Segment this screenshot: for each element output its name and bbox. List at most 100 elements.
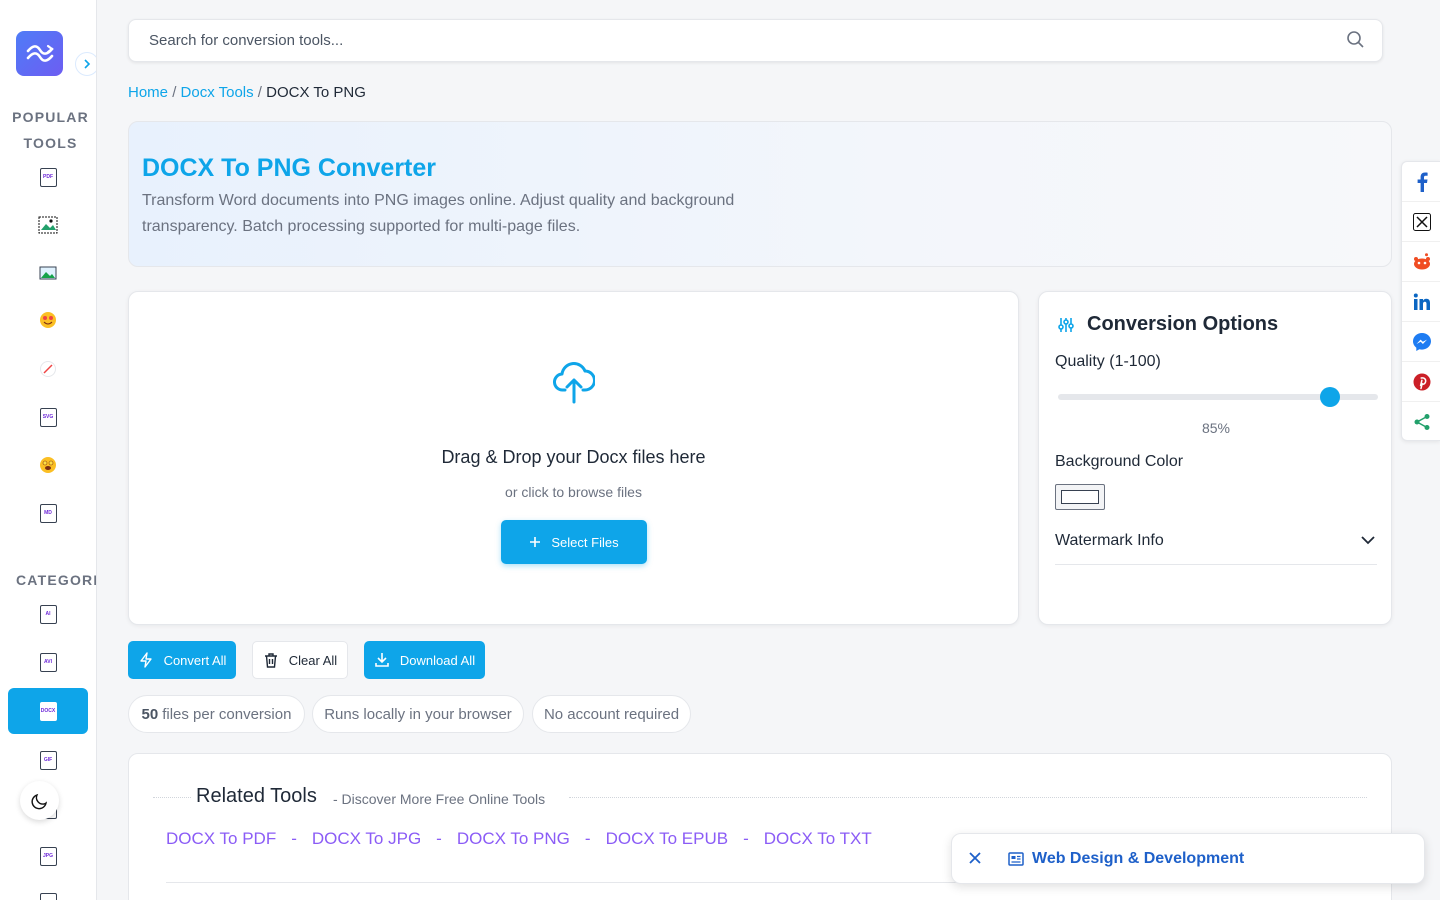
related-tools-subtitle: - Discover More Free Online Tools (333, 791, 546, 807)
upload-subtitle: or click to browse files (505, 484, 642, 500)
sidebar-item-gif[interactable]: GIF (38, 750, 58, 770)
promo-toast: Web Design & Development (951, 833, 1425, 884)
lightning-icon (139, 652, 152, 668)
avi-file-icon: AVI (39, 652, 57, 672)
sidebar-expand-button[interactable] (75, 52, 96, 76)
sidebar-item-md[interactable]: MD (38, 503, 58, 523)
divider (153, 797, 191, 798)
clear-all-button[interactable]: Clear All (252, 641, 348, 679)
sidebar-item-emoji-star[interactable] (38, 455, 58, 475)
download-all-button[interactable]: Download All (364, 641, 485, 679)
sidebar-item-svg[interactable]: SVG (38, 407, 58, 427)
select-files-button[interactable]: Select Files (501, 520, 647, 564)
file-icon (39, 892, 57, 900)
download-icon (375, 653, 389, 667)
image-icon (39, 266, 57, 280)
related-link-docx-pdf[interactable]: DOCX To PDF (166, 829, 276, 848)
sidebar: POPULAR TOOLS PDF SVG MD CATEGORIES AI A… (0, 0, 97, 900)
theme-toggle-button[interactable] (20, 781, 59, 820)
slash-icon (40, 361, 56, 377)
search-icon[interactable] (1346, 30, 1366, 50)
quality-label: Quality (1-100) (1055, 353, 1161, 370)
categories-heading: CATEGORIES (16, 572, 96, 588)
related-tools-title: Related Tools (196, 785, 317, 807)
messenger-icon (1412, 332, 1431, 351)
download-all-label: Download All (399, 652, 476, 668)
related-link-docx-txt[interactable]: DOCX To TXT (764, 829, 872, 848)
ai-file-icon: AI (39, 604, 57, 624)
convert-all-button[interactable]: Convert All (128, 641, 236, 679)
select-files-label: Select Files (551, 534, 619, 550)
pinterest-icon (1413, 373, 1430, 390)
files-limit-badge: 50 files per conversion (128, 695, 305, 733)
sidebar-item-slash[interactable] (38, 359, 58, 379)
background-color-label: Background Color (1055, 453, 1184, 470)
page-description: Transform Word documents into PNG images… (142, 192, 735, 235)
breadcrumb-separator: / (257, 84, 267, 101)
upload-dropzone[interactable]: Drag & Drop your Docx files here or clic… (128, 291, 1019, 625)
cloud-upload-icon (553, 362, 595, 404)
search-bar (128, 19, 1383, 62)
sidebar-item-jpg[interactable]: JPG (38, 846, 58, 866)
sidebar-item-image[interactable] (38, 263, 58, 283)
files-limit-text: files per conversion (162, 705, 292, 723)
share-more-button[interactable] (1402, 402, 1440, 442)
sidebar-item-emoji-heart[interactable] (38, 310, 58, 330)
share-messenger-button[interactable] (1402, 322, 1440, 362)
moon-icon (30, 793, 47, 809)
share-reddit-button[interactable] (1402, 242, 1440, 282)
background-color-swatch (1061, 490, 1099, 504)
trash-icon (264, 652, 277, 668)
share-linkedin-button[interactable] (1402, 282, 1440, 322)
link-separator: - (291, 829, 297, 848)
pdf-file-icon: PDF (39, 167, 57, 187)
breadcrumb-current: DOCX To PNG (266, 84, 366, 101)
reddit-icon (1413, 252, 1430, 269)
share-facebook-button[interactable] (1402, 162, 1440, 202)
link-separator: - (584, 829, 591, 848)
svg-file-icon: SVG (39, 407, 57, 427)
files-limit-count: 50 (141, 705, 159, 723)
heart-eyes-emoji-icon (40, 312, 56, 328)
local-processing-badge: Runs locally in your browser (312, 695, 524, 733)
promo-toast-link[interactable]: Web Design & Development (1032, 850, 1244, 868)
page-title: DOCX To PNG Converter (142, 154, 437, 182)
plus-icon (530, 537, 541, 547)
sidebar-item-image-frame[interactable] (38, 215, 58, 235)
gif-file-icon: GIF (39, 750, 57, 770)
related-link-docx-jpg[interactable]: DOCX To JPG (312, 829, 421, 848)
share-pinterest-button[interactable] (1402, 362, 1440, 402)
star-eyes-emoji-icon (40, 457, 56, 473)
quality-value: 85% (1201, 420, 1231, 436)
logo-wave-icon (26, 44, 54, 62)
sidebar-item-more[interactable] (38, 892, 58, 900)
sidebar-item-ai[interactable]: AI (38, 604, 58, 624)
chevron-right-icon (84, 59, 91, 69)
chevron-down-icon (1361, 536, 1375, 545)
sidebar-item-docx[interactable]: DOCX (38, 701, 58, 721)
upload-title: Drag & Drop your Docx files here (441, 447, 706, 467)
search-input[interactable] (149, 32, 1329, 49)
clear-all-label: Clear All (288, 652, 338, 668)
x-twitter-icon (1412, 212, 1431, 231)
related-link-docx-png[interactable]: DOCX To PNG (457, 829, 570, 848)
share-x-button[interactable] (1402, 202, 1440, 242)
share-icon (1414, 414, 1429, 430)
breadcrumb-separator: / (172, 84, 181, 101)
breadcrumb-section-link[interactable]: Docx Tools (181, 84, 254, 101)
breadcrumb-home-link[interactable]: Home (128, 84, 168, 101)
breadcrumb: Home / Docx Tools / DOCX To PNG (128, 84, 366, 101)
sidebar-item-pdf[interactable]: PDF (38, 167, 58, 187)
quality-slider[interactable] (1058, 387, 1378, 407)
related-link-docx-epub[interactable]: DOCX To EPUB (606, 829, 729, 848)
quality-slider-thumb[interactable] (1319, 387, 1340, 407)
sliders-icon (1058, 318, 1074, 332)
sidebar-item-avi[interactable]: AVI (38, 652, 58, 672)
background-color-picker[interactable] (1055, 484, 1105, 510)
watermark-info-accordion[interactable]: Watermark Info (1055, 532, 1377, 565)
close-icon[interactable] (968, 851, 982, 865)
logo[interactable] (16, 31, 63, 76)
jpg-file-icon: JPG (39, 846, 57, 866)
hero-banner: DOCX To PNG Converter Transform Word doc… (128, 121, 1392, 267)
watermark-info-label: Watermark Info (1055, 532, 1164, 549)
